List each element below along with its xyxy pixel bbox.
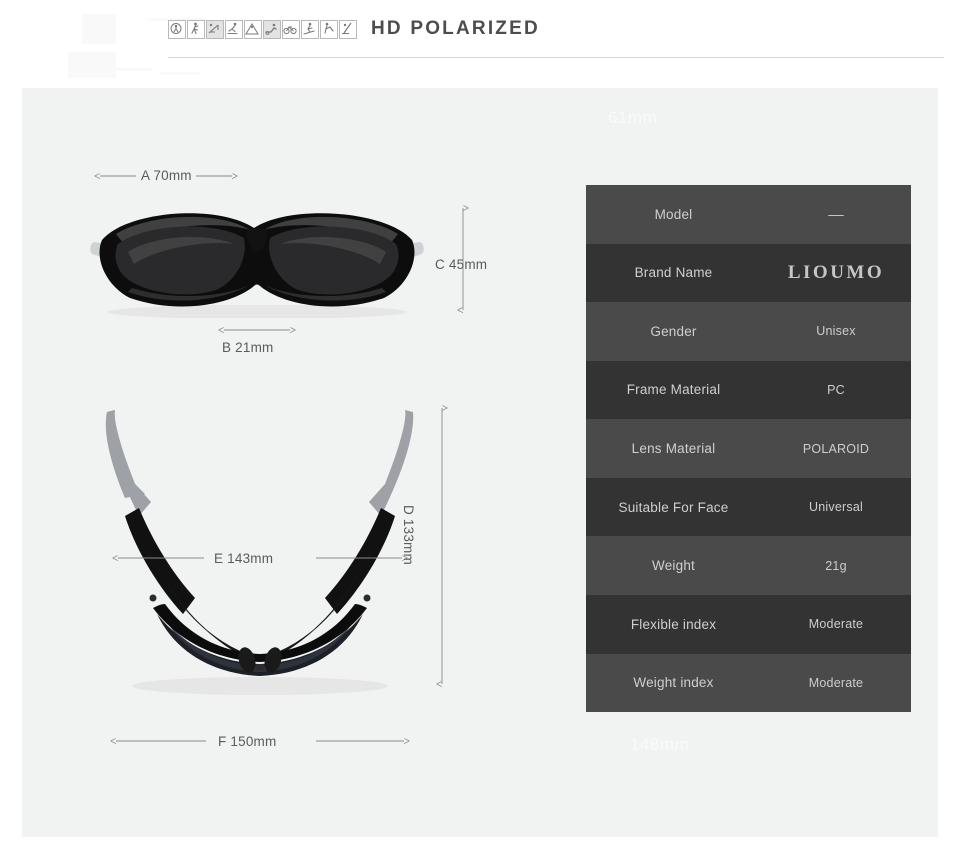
specifications-table: Model –– Brand Name LIOUMO Gender Unisex…: [586, 185, 911, 713]
sports-icon-row: [168, 19, 357, 39]
skating-icon: [225, 19, 243, 39]
page-header: HD POLARIZED: [0, 0, 960, 88]
table-row: Weight index Moderate: [586, 653, 911, 713]
table-row: Brand Name LIOUMO: [586, 243, 911, 303]
spec-key: Weight index: [633, 675, 714, 691]
surfing-icon: [339, 19, 357, 39]
dimension-label-c: C 45mm: [435, 257, 488, 272]
spec-value: 21g: [825, 558, 847, 573]
table-row: Lens Material POLAROID: [586, 419, 911, 478]
dimension-arrow-b: [218, 324, 296, 336]
hiking-icon: [168, 19, 186, 39]
spec-value: Universal: [809, 500, 863, 515]
sunglasses-topview-image: [105, 410, 414, 695]
driving-icon: [263, 19, 281, 39]
table-row: Model ––: [586, 185, 911, 244]
spec-value: ––: [828, 206, 844, 223]
running-icon: [187, 19, 205, 39]
header-content: HD POLARIZED: [168, 18, 540, 40]
spec-value: POLAROID: [802, 441, 870, 456]
dimension-label-a: A 70mm: [141, 168, 192, 183]
sunglasses-front-image: [90, 213, 424, 318]
table-row: Frame Material PC: [586, 360, 911, 420]
table-row: Gender Unisex: [586, 302, 911, 361]
spec-key: Flexible index: [630, 616, 717, 632]
golf-icon: [320, 19, 338, 39]
spec-key: Gender: [650, 323, 697, 339]
table-row: Suitable For Face Universal: [586, 477, 911, 537]
brand-name-value: LIOUMO: [787, 261, 885, 283]
spec-value: Moderate: [808, 675, 864, 690]
cycling-icon: [282, 19, 300, 39]
spec-value: PC: [827, 382, 845, 397]
climbing-icon: [244, 19, 262, 39]
spec-value: Unisex: [816, 324, 856, 339]
spec-value: Moderate: [808, 617, 864, 632]
fishing-icon: [206, 19, 224, 39]
page-title: HD POLARIZED: [371, 18, 540, 39]
dimension-label-f: F 150mm: [218, 734, 277, 749]
spec-key: Lens Material: [631, 441, 716, 457]
spec-key: Weight: [652, 558, 695, 574]
dimension-arrow-d: [436, 400, 448, 692]
skiing-icon: [301, 19, 319, 39]
spec-key: Brand Name: [634, 265, 713, 281]
table-row: Flexible index Moderate: [586, 594, 911, 654]
spec-key: Suitable For Face: [618, 499, 729, 515]
dimension-label-e: E 143mm: [214, 551, 274, 566]
table-row: Weight 21g: [586, 536, 911, 595]
dimension-label-b: B 21mm: [222, 340, 274, 355]
header-divider: [168, 57, 944, 58]
spec-key: Frame Material: [626, 382, 721, 398]
spec-key: Model: [654, 206, 693, 222]
dimension-label-d: D 133mm: [401, 505, 416, 565]
